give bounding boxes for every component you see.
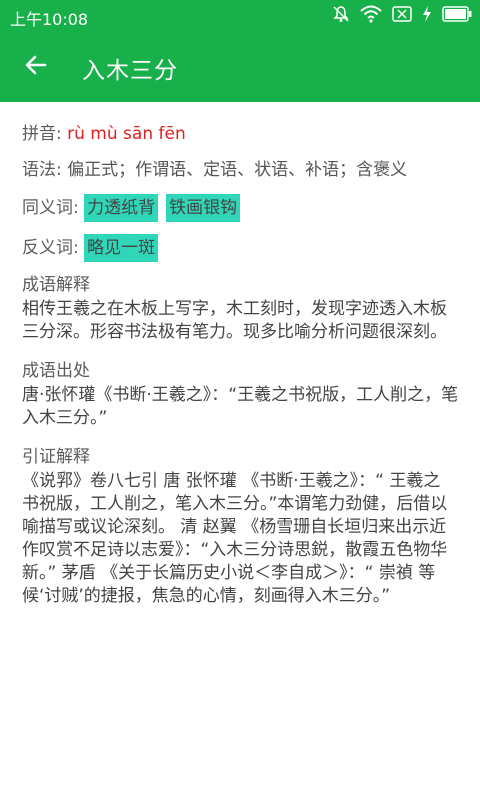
status-icons (332, 5, 472, 27)
synonyms-row: 同义词: 力透纸背 铁画银钩 (22, 194, 462, 222)
explanation-title: 成语解释 (22, 275, 90, 295)
status-bar: 上午10:08 (0, 0, 480, 32)
pinyin-value: rù mù sān fēn (67, 124, 186, 144)
antonyms-label: 反义词: (22, 238, 79, 258)
citation-section: 引证解释 《说郛》卷八七引 唐 张怀瓘 《书断·王羲之》：“ 王羲之 书祝版，工… (22, 446, 462, 608)
antonym-chip[interactable]: 略见一斑 (84, 234, 159, 262)
no-sim-icon (392, 6, 412, 26)
grammar-value: 偏正式；作谓语、定语、状语、补语；含褒义 (67, 160, 408, 180)
synonym-chip[interactable]: 力透纸背 (84, 194, 159, 222)
synonym-chip[interactable]: 铁画银钩 (166, 194, 241, 222)
pinyin-row: 拼音: rù mù sān fēn (22, 122, 462, 146)
source-body: 唐·张怀瓘《书断·王羲之》：“王羲之书祝版，工人削之，笔入木三分。” (22, 385, 459, 428)
back-button[interactable] (14, 45, 58, 89)
grammar-row: 语法: 偏正式；作谓语、定语、状语、补语；含褒义 (22, 158, 462, 182)
source-section: 成语出处 唐·张怀瓘《书断·王羲之》：“王羲之书祝版，工人削之，笔入木三分。” (22, 360, 462, 430)
arrow-left-icon (23, 52, 49, 82)
status-time: 上午10:08 (10, 10, 89, 29)
battery-icon (442, 6, 472, 26)
mute-icon (332, 5, 350, 27)
antonyms-row: 反义词: 略见一斑 (22, 234, 462, 262)
explanation-section: 成语解释 相传王羲之在木板上写字，木工刻时，发现字迹透入木板三分深。形容书法极有… (22, 274, 462, 344)
synonyms-label: 同义词: (22, 198, 79, 218)
charging-icon (422, 6, 432, 26)
grammar-label: 语法: (22, 160, 62, 180)
pinyin-label: 拼音: (22, 124, 62, 144)
source-title: 成语出处 (22, 361, 90, 381)
citation-body: 《说郛》卷八七引 唐 张怀瓘 《书断·王羲之》：“ 王羲之 书祝版，工人削之，笔… (22, 471, 448, 606)
citation-title: 引证解释 (22, 447, 90, 467)
explanation-body: 相传王羲之在木板上写字，木工刻时，发现字迹透入木板三分深。形容书法极有笔力。现多… (22, 299, 447, 342)
app-bar: 入木三分 (0, 32, 480, 102)
wifi-icon (360, 5, 382, 27)
idiom-detail: 拼音: rù mù sān fēn 语法: 偏正式；作谓语、定语、状语、补语；含… (22, 122, 462, 608)
page-title: 入木三分 (82, 58, 178, 84)
